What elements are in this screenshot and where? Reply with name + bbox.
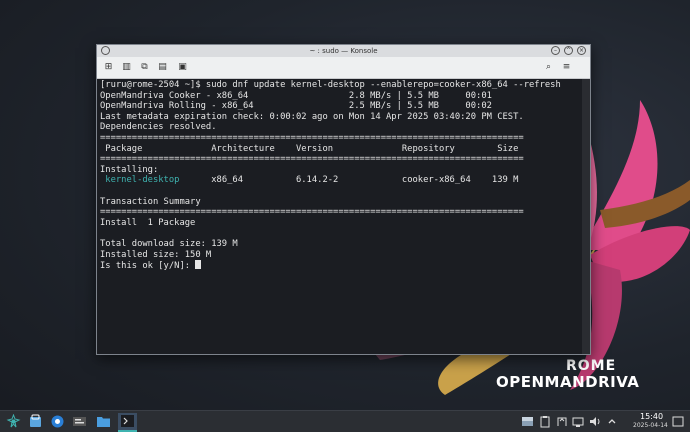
konsole-task-button[interactable] xyxy=(118,413,137,432)
workspace-pager-icon[interactable] xyxy=(521,414,534,429)
terminal-line: Total download size: 139 M xyxy=(100,238,238,249)
updates-icon[interactable] xyxy=(556,414,568,429)
paste-icon[interactable]: ▤ xyxy=(157,62,168,73)
terminal-line: Install 1 Package xyxy=(100,217,196,228)
terminal-line: kernel-desktop x86_64 6.14.2-2 cooker-x8… xyxy=(100,175,519,186)
terminal-line: Package Architecture Version Repository … xyxy=(100,143,519,154)
maximize-icon[interactable]: ^ xyxy=(564,46,573,55)
window-titlebar[interactable]: ~ : sudo — Konsole – ^ × xyxy=(97,45,590,57)
terminal-line: Last metadata expiration check: 0:00:02 … xyxy=(100,111,524,122)
brand-rome-text: ROME xyxy=(566,358,617,374)
find-icon[interactable]: ⌕ xyxy=(543,62,554,73)
terminal-line: Installed size: 150 M xyxy=(100,249,212,260)
terminal-cursor xyxy=(195,260,202,270)
terminal-output[interactable]: [ruru@rome-2504 ~]$ sudo dnf update kern… xyxy=(97,79,582,354)
browser-icon[interactable] xyxy=(50,414,65,429)
terminal-scrollbar[interactable] xyxy=(582,79,590,354)
volume-icon[interactable] xyxy=(589,414,601,429)
terminal-line: Is this ok [y/N]: xyxy=(100,260,579,272)
terminal-line: Transaction Summary xyxy=(100,196,201,207)
terminal-line: Installing: xyxy=(100,164,159,175)
system-settings-icon[interactable] xyxy=(72,414,87,429)
close-icon[interactable]: × xyxy=(577,46,586,55)
konsole-window[interactable]: ~ : sudo — Konsole – ^ × ⊞ ▥ ⧉ ▤ ▣ ⌕ ≡ [… xyxy=(96,44,591,355)
copy-icon[interactable]: ⧉ xyxy=(139,62,150,73)
file-manager-icon[interactable] xyxy=(96,414,111,429)
clipboard-tray-icon[interactable] xyxy=(539,414,551,429)
clipboard-icon[interactable]: ▣ xyxy=(177,62,188,73)
terminal-line: Dependencies resolved. xyxy=(100,122,217,133)
clock-date[interactable]: 2025-04-14 xyxy=(633,422,668,429)
store-icon[interactable] xyxy=(28,414,43,429)
clock-time[interactable]: 15:40 xyxy=(640,412,663,421)
konsole-toolbar: ⊞ ▥ ⧉ ▤ ▣ ⌕ ≡ xyxy=(97,57,590,79)
split-view-icon[interactable]: ▥ xyxy=(121,62,132,73)
minimize-icon[interactable]: – xyxy=(551,46,560,55)
new-tab-icon[interactable]: ⊞ xyxy=(103,62,114,73)
terminal-line: ========================================… xyxy=(100,207,524,218)
brand-openmandriva-text: OPENMANDRIVA xyxy=(496,373,640,391)
terminal-line: [ruru@rome-2504 ~]$ sudo dnf update kern… xyxy=(100,80,561,90)
taskbar: 15:40 2025-04-14 xyxy=(0,410,690,432)
package-name: kernel-desktop xyxy=(100,175,180,186)
network-icon[interactable] xyxy=(572,414,584,429)
show-desktop-icon[interactable] xyxy=(672,414,684,429)
terminal-icon xyxy=(121,415,134,427)
hamburger-menu-icon[interactable]: ≡ xyxy=(561,62,572,73)
terminal-line: ========================================… xyxy=(100,132,524,143)
app-launcher-icon[interactable] xyxy=(6,414,21,429)
window-title: ~ : sudo — Konsole xyxy=(309,47,378,55)
tray-expand-icon[interactable] xyxy=(606,414,618,429)
terminal-line: OpenMandriva Cooker - x86_64 2.8 MB/s | … xyxy=(100,90,492,101)
terminal-line: OpenMandriva Rolling - x86_64 2.5 MB/s |… xyxy=(100,101,492,112)
terminal-line: ========================================… xyxy=(100,154,524,165)
